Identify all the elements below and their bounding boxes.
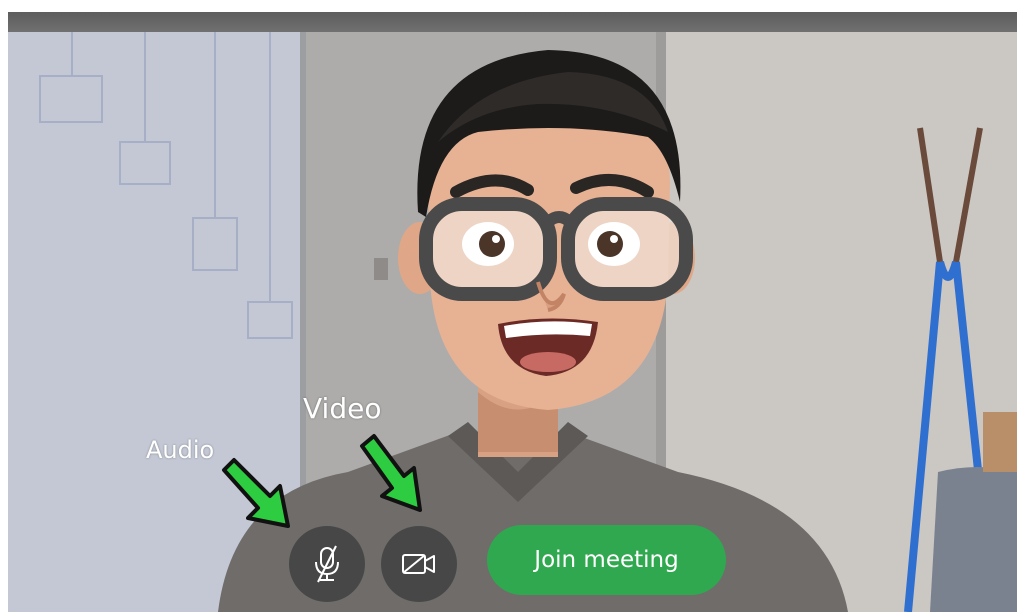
shelf-item [983,412,1017,472]
microphone-muted-icon [315,545,339,583]
join-meeting-button[interactable]: Join meeting [487,525,726,595]
chair [930,467,1017,612]
video-arrow-icon [360,434,422,512]
video-preview [8,32,1017,612]
audio-arrow-icon [222,458,290,528]
video-annotation-label: Video [303,392,382,425]
stop-video-button[interactable] [381,526,457,602]
audio-annotation-label: Audio [146,436,215,464]
mute-microphone-button[interactable] [289,526,365,602]
window-top-bar [8,12,1017,32]
video-camera-off-icon [402,554,435,574]
preview-background [8,32,1017,612]
light-switch [374,258,388,280]
